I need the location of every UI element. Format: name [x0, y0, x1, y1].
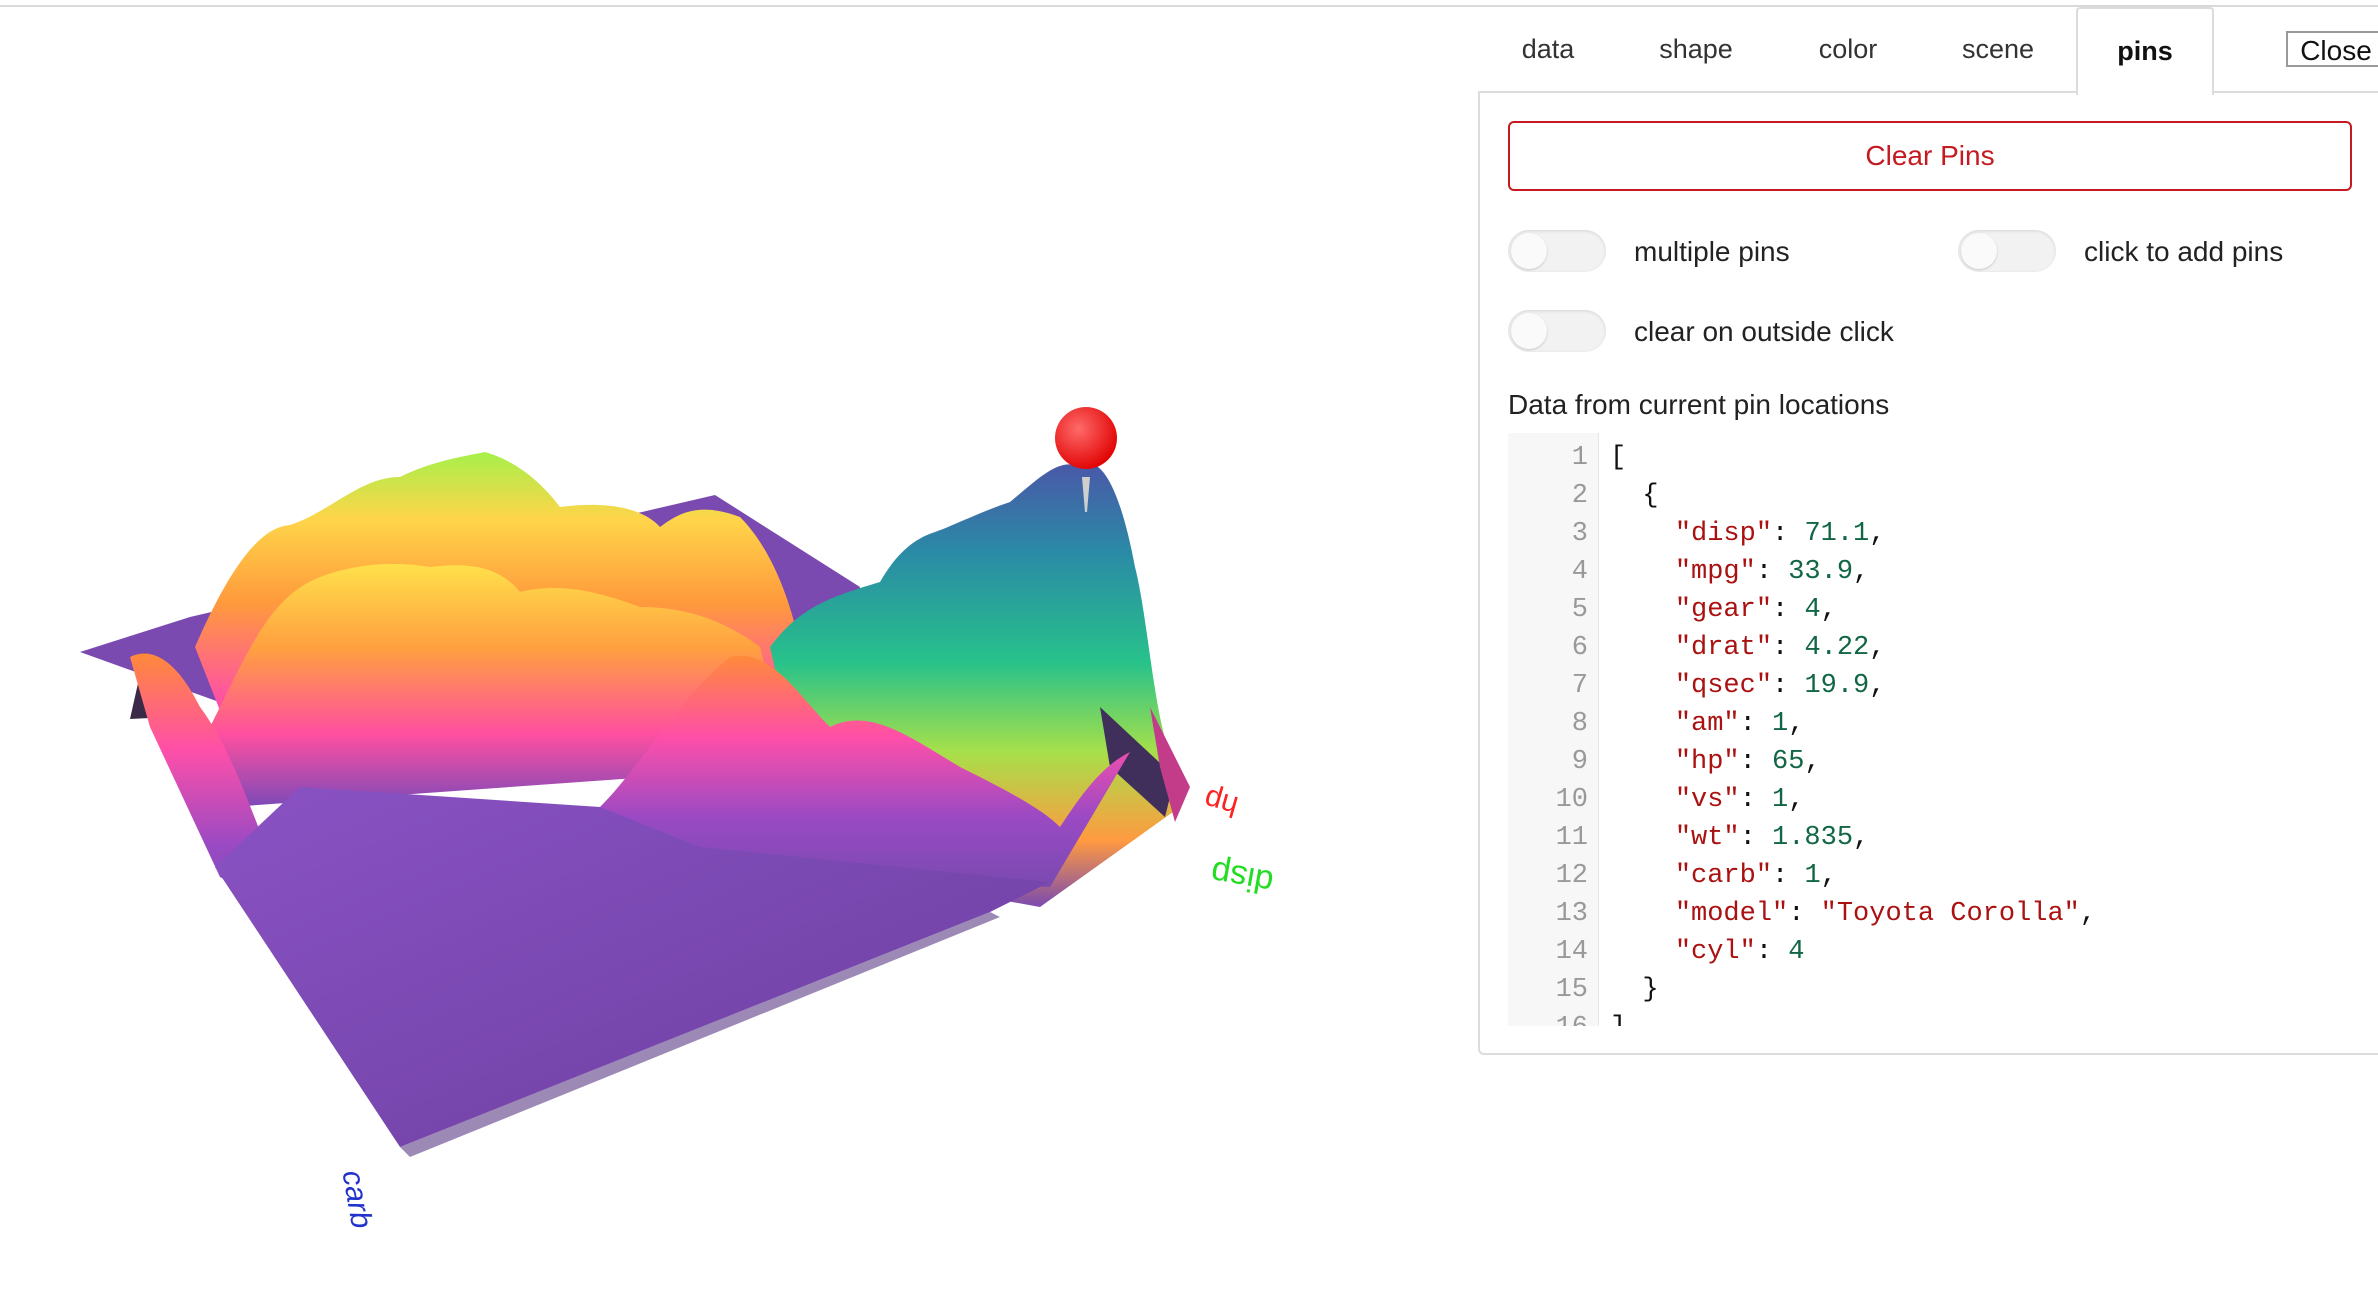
code-text: "qsec": 19.9, [1674, 671, 1886, 701]
tab-color[interactable]: color [1774, 7, 1922, 91]
json-key: "drat" [1674, 633, 1773, 663]
tab-shape[interactable]: shape [1618, 7, 1774, 91]
json-key: "gear" [1674, 595, 1773, 625]
line-number: 1 [1571, 443, 1588, 473]
json-key: "am" [1674, 709, 1740, 739]
json-value: 33.9 [1788, 557, 1854, 587]
line-number: 7 [1571, 671, 1588, 701]
code-text: { [1610, 481, 1659, 511]
line-number: 13 [1555, 899, 1588, 929]
json-key: "wt" [1674, 823, 1740, 853]
tab-bar: data shape color scene pins [1478, 7, 2378, 95]
code-text: "gear": 4, [1674, 595, 1837, 625]
top-rule [0, 0, 2378, 7]
tab-data[interactable]: data [1478, 7, 1618, 91]
axis-label-hp: hp [1201, 782, 1242, 823]
json-value: 4 [1788, 937, 1805, 967]
code-text: "disp": 71.1, [1674, 519, 1886, 549]
axis-label-carb: carb [336, 1168, 379, 1231]
surface-mesh [80, 452, 1190, 1157]
code-text: } [1610, 975, 1659, 1005]
pin-data-code-editor[interactable]: 1 [2 {3 "disp": 71.1, 4 "mpg": 33.9, 5 "gea… [1508, 433, 2378, 1026]
code-text: "am": 1, [1674, 709, 1805, 739]
json-value: 1 [1804, 861, 1821, 891]
clear-on-outside-click-label: clear on outside click [1634, 316, 1894, 347]
json-key: "cyl" [1674, 937, 1756, 967]
line-number: 14 [1555, 937, 1588, 967]
json-value: 65 [1772, 747, 1805, 777]
click-to-add-pins-toggle[interactable] [1958, 230, 2056, 272]
pins-panel: Clear Pins multiple pins click to add pi… [1478, 91, 2378, 1055]
code-text: "wt": 1.835, [1674, 823, 1870, 853]
json-key: "mpg" [1674, 557, 1756, 587]
json-value: 19.9 [1804, 671, 1870, 701]
line-number: 6 [1571, 633, 1588, 663]
line-number: 4 [1571, 557, 1588, 587]
clear-on-outside-click-toggle[interactable] [1508, 310, 1606, 352]
line-number: 3 [1571, 519, 1588, 549]
multiple-pins-label: multiple pins [1634, 236, 1790, 267]
tab-pins[interactable]: pins [2076, 7, 2214, 95]
code-text: "cyl": 4 [1674, 937, 1805, 967]
code-text: "hp": 65, [1674, 747, 1821, 777]
line-number: 8 [1571, 709, 1588, 739]
json-key: "model" [1674, 899, 1789, 929]
close-button[interactable]: Close [2286, 31, 2378, 67]
surface-3d-viewport[interactable]: hp disp carb [0, 7, 1470, 1290]
line-number: 12 [1555, 861, 1588, 891]
json-value: "Toyota Corolla" [1820, 899, 2080, 929]
json-key: "qsec" [1674, 671, 1773, 701]
json-key: "disp" [1674, 519, 1773, 549]
tab-scene[interactable]: scene [1922, 7, 2074, 91]
json-key: "hp" [1674, 747, 1740, 777]
line-number: 5 [1571, 595, 1588, 625]
line-number: 11 [1555, 823, 1588, 853]
multiple-pins-toggle[interactable] [1508, 230, 1606, 272]
json-value: 1 [1772, 785, 1789, 815]
code-text: "mpg": 33.9, [1674, 557, 1870, 587]
line-number: 2 [1571, 481, 1588, 511]
line-number: 10 [1555, 785, 1588, 815]
json-value: 1.835 [1772, 823, 1854, 853]
code-text: "carb": 1, [1674, 861, 1837, 891]
multiple-pins-row: multiple pins [1508, 230, 1908, 274]
line-number: 9 [1571, 747, 1588, 777]
line-number: 15 [1555, 975, 1588, 1005]
json-value: 4.22 [1804, 633, 1870, 663]
clear-on-outside-click-row: clear on outside click [1508, 310, 2008, 354]
json-value: 71.1 [1804, 519, 1870, 549]
click-to-add-pins-label: click to add pins [2084, 236, 2284, 267]
code-text: ] [1610, 1009, 1626, 1026]
pin-data-title: Data from current pin locations [1508, 389, 1890, 420]
json-value: 1 [1772, 709, 1789, 739]
code-text: "model": "Toyota Corolla", [1674, 899, 2097, 929]
code-text: "drat": 4.22, [1674, 633, 1886, 663]
json-value: 4 [1804, 595, 1821, 625]
json-key: "carb" [1674, 861, 1773, 891]
code-text: "vs": 1, [1674, 785, 1805, 815]
click-to-add-pins-row: click to add pins [1958, 230, 2358, 274]
code-text: [ [1610, 443, 1627, 473]
axis-label-disp: disp [1208, 853, 1276, 901]
clear-pins-button[interactable]: Clear Pins [1508, 121, 2352, 191]
json-key: "vs" [1674, 785, 1740, 815]
line-number: 16 [1508, 1009, 1588, 1026]
